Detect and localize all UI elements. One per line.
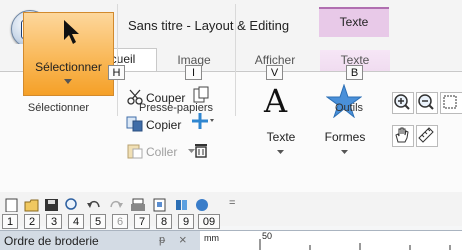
copy-label: Copier	[146, 118, 182, 132]
context-tab-group-label: Texte	[319, 7, 389, 37]
panel-title: Ordre de broderie	[4, 234, 99, 248]
save-icon[interactable]	[44, 198, 60, 212]
keytip-image: I	[185, 65, 202, 80]
keytip-1: 1	[2, 214, 18, 229]
text-tool-label: Texte	[266, 130, 296, 144]
close-icon[interactable]: ×	[179, 232, 187, 247]
preview-icon[interactable]	[152, 198, 168, 212]
clipboard-group-label: Presse-papiers	[139, 102, 213, 114]
keytip-3: 3	[46, 214, 62, 229]
zoom-icon[interactable]	[64, 198, 80, 212]
keytip-2: 2	[24, 214, 40, 229]
open-folder-icon[interactable]	[24, 198, 40, 212]
keytip-5: 5	[90, 214, 106, 229]
dropdown-arrow-icon	[341, 150, 348, 154]
trash-icon[interactable]	[193, 140, 209, 158]
tools-group-label: Outils	[334, 102, 364, 114]
keytip-9: 9	[178, 214, 194, 229]
dropdown-arrow-icon	[64, 79, 72, 84]
group-divider	[235, 4, 236, 116]
pan-button[interactable]	[392, 125, 414, 147]
hand-icon	[395, 127, 409, 143]
help-icon[interactable]	[194, 198, 210, 212]
measure-button[interactable]	[416, 125, 438, 147]
arrange-icon[interactable]	[192, 113, 214, 131]
shapes-button[interactable]: Formes	[318, 82, 372, 160]
copy-icon	[126, 116, 143, 132]
clipboard-icon	[127, 144, 143, 159]
ruler-icon	[418, 127, 434, 143]
keytip-7: 7	[134, 214, 150, 229]
window-title: Sans titre - Layout & Editing	[128, 18, 290, 33]
keytip-8: 8	[156, 214, 172, 229]
cursor-arrow-icon	[64, 20, 79, 44]
qat-customize-button[interactable]: =	[229, 197, 235, 209]
keytip-6: 6	[112, 214, 128, 229]
keytip-09: 09	[198, 214, 220, 229]
keytip-texte: B	[346, 65, 363, 80]
dropdown-arrow-icon	[277, 150, 284, 154]
paste-label: Coller	[146, 145, 178, 159]
select-button-label: Sélectionner	[35, 60, 102, 74]
new-file-icon[interactable]	[4, 198, 20, 212]
selection-group-label: Sélectionner	[27, 102, 90, 114]
keytip-accueil: H	[108, 65, 125, 80]
text-a-icon: A	[264, 82, 288, 120]
text-tool-button[interactable]: A Texte	[258, 82, 304, 160]
redo-icon[interactable]	[108, 198, 124, 212]
shapes-label: Formes	[324, 130, 366, 144]
pin-icon[interactable]: ᵽ	[159, 234, 165, 246]
print-icon[interactable]	[130, 198, 146, 212]
stitch-icon[interactable]	[174, 198, 190, 212]
embroidery-order-panel-header: Ordre de broderie ᵽ ×	[0, 230, 200, 250]
select-button[interactable]: Sélectionner	[23, 12, 114, 96]
keytip-4: 4	[68, 214, 84, 229]
horizontal-ruler: mm 50	[200, 230, 462, 250]
keytip-afficher: V	[266, 65, 283, 80]
undo-icon[interactable]	[86, 198, 102, 212]
ruler-ticks	[259, 239, 451, 250]
group-divider	[117, 4, 118, 116]
ruler-mark: 50	[262, 231, 273, 241]
